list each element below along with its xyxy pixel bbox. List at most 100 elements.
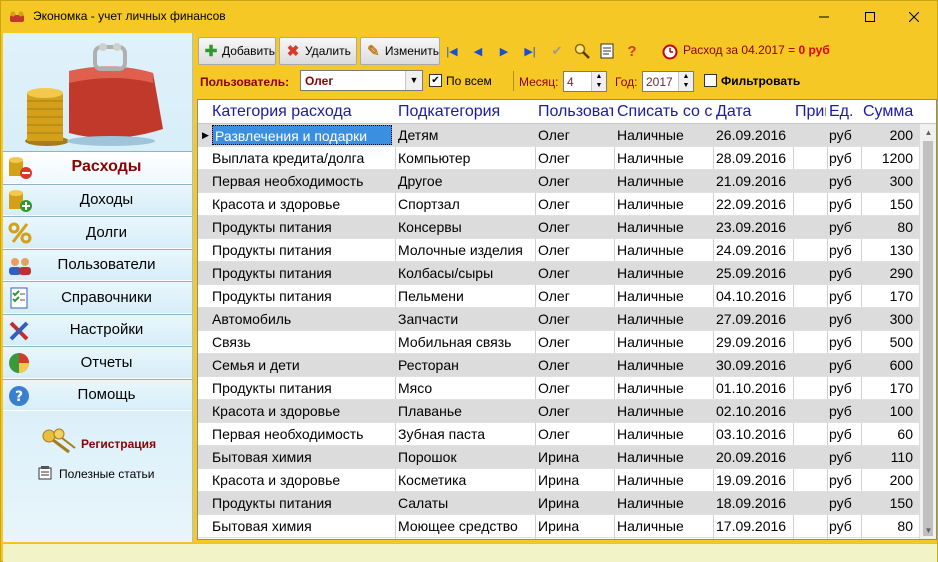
column-header[interactable]: Примечание <box>795 103 826 121</box>
table-cell[interactable]: Олег <box>538 127 613 143</box>
last-record-icon[interactable]: ▶| <box>523 45 537 58</box>
year-spinner[interactable]: 2017 ▲ ▼ <box>642 71 694 92</box>
table-cell[interactable]: Наличные <box>617 173 712 189</box>
table-cell[interactable]: Олег <box>538 334 613 350</box>
table-cell[interactable]: 500 <box>863 334 913 350</box>
table-cell[interactable]: 150 <box>863 196 913 212</box>
table-cell[interactable]: Порошок <box>398 449 533 465</box>
table-row[interactable]: Продукты питания Пельмени Олег Наличные 04.1… <box>198 285 920 308</box>
table-row[interactable]: Первая необходимость Другое Олег Наличные 21… <box>198 170 920 193</box>
table-cell[interactable]: Ирина <box>538 518 613 534</box>
table-cell[interactable]: 170 <box>863 380 913 396</box>
table-row[interactable]: Первая необходимость Зубная паста Олег Нали… <box>198 423 920 446</box>
table-cell[interactable]: 100 <box>863 403 913 419</box>
spinner-arrows-icon[interactable]: ▲ ▼ <box>678 72 693 91</box>
table-cell[interactable]: Консервы <box>398 219 533 235</box>
table-cell[interactable]: руб <box>829 196 860 212</box>
column-header[interactable]: Ед. <box>829 103 860 121</box>
table-cell[interactable]: руб <box>829 380 860 396</box>
table-cell[interactable]: Наличные <box>617 426 712 442</box>
table-cell[interactable]: 30.09.2016 <box>716 357 792 373</box>
table-cell[interactable]: Ресторан <box>398 357 533 373</box>
table-cell[interactable]: 150 <box>863 495 913 511</box>
registration-link[interactable]: Регистрация <box>39 426 189 456</box>
table-cell[interactable]: Наличные <box>617 518 712 534</box>
table-cell[interactable]: Наличные <box>617 196 712 212</box>
table-cell[interactable]: Олег <box>538 219 613 235</box>
table-cell[interactable]: руб <box>829 265 860 281</box>
table-cell[interactable]: 300 <box>863 173 913 189</box>
table-cell[interactable]: Наличные <box>617 288 712 304</box>
table-row[interactable]: Автомобиль Запчасти Олег Наличные 27.09.2016… <box>198 308 920 331</box>
table-cell[interactable]: Наличные <box>617 495 712 511</box>
table-cell[interactable]: Олег <box>538 196 613 212</box>
table-row[interactable]: Продукты питания Колбасы/сыры Олег Наличные… <box>198 262 920 285</box>
table-cell[interactable]: Наличные <box>617 380 712 396</box>
table-cell[interactable]: 200 <box>863 127 913 143</box>
report-icon[interactable] <box>598 42 616 60</box>
table-cell[interactable]: 26.09.2016 <box>716 127 792 143</box>
table-cell[interactable]: Ирина <box>538 495 613 511</box>
table-cell[interactable]: руб <box>829 288 860 304</box>
table-cell[interactable]: Олег <box>538 426 613 442</box>
user-select[interactable]: Олег ▼ <box>300 70 423 91</box>
scroll-thumb[interactable] <box>923 141 933 536</box>
sidebar-item-debts[interactable]: Долги <box>3 216 192 249</box>
table-row[interactable]: ▶ Развлечения и подарки Детям Олег Наличные 2… <box>198 124 920 147</box>
filter-checkbox[interactable] <box>704 74 717 87</box>
first-record-icon[interactable]: |◀ <box>445 45 459 58</box>
table-cell[interactable]: руб <box>829 173 860 189</box>
table-cell[interactable]: Ирина <box>538 472 613 488</box>
table-cell[interactable]: Наличные <box>617 403 712 419</box>
table-row[interactable]: Продукты питания Молочные изделия Олег Нали… <box>198 239 920 262</box>
table-cell[interactable]: Олег <box>538 242 613 258</box>
table-cell[interactable]: Колбасы/сыры <box>398 265 533 281</box>
table-cell[interactable]: Связь <box>212 334 392 350</box>
table-cell[interactable]: 300 <box>863 311 913 327</box>
sidebar-item-settings[interactable]: Настройки <box>3 313 192 346</box>
table-cell[interactable]: 02.10.2016 <box>716 403 792 419</box>
add-button[interactable]: ✚ Добавить <box>198 37 276 65</box>
edit-button[interactable]: ✎ Изменить <box>360 37 440 65</box>
table-cell[interactable]: Наличные <box>617 449 712 465</box>
table-cell[interactable]: Наличные <box>617 242 712 258</box>
table-cell[interactable]: Олег <box>538 403 613 419</box>
table-cell[interactable]: руб <box>829 426 860 442</box>
table-cell[interactable]: 130 <box>863 242 913 258</box>
table-cell[interactable]: Автомобиль <box>212 311 392 327</box>
table-cell[interactable]: 18.09.2016 <box>716 495 792 511</box>
table-cell[interactable]: Запчасти <box>398 311 533 327</box>
column-header[interactable]: Списать со счета <box>617 103 712 121</box>
table-cell[interactable]: Бытовая химия <box>212 449 392 465</box>
table-cell[interactable]: Красота и здоровье <box>212 472 392 488</box>
table-row[interactable]: Бытовая химия Порошок Ирина Наличные 20.09.2… <box>198 446 920 469</box>
table-cell[interactable]: руб <box>829 403 860 419</box>
delete-button[interactable]: ✖ Удалить <box>279 37 357 65</box>
table-row[interactable]: Семья и дети Ресторан Олег Наличные 30.09.20… <box>198 354 920 377</box>
column-header[interactable]: Подкатегория <box>398 103 533 121</box>
table-cell[interactable]: Продукты питания <box>212 219 392 235</box>
table-cell[interactable]: 20.09.2016 <box>716 449 792 465</box>
table-cell[interactable]: Наличные <box>617 472 712 488</box>
table-row[interactable]: Красота и здоровье Спортзал Олег Наличные 22… <box>198 193 920 216</box>
articles-link[interactable]: Полезные статьи <box>37 465 187 483</box>
table-cell[interactable]: Наличные <box>617 219 712 235</box>
table-cell[interactable]: Наличные <box>617 265 712 281</box>
table-cell[interactable]: Зубная паста <box>398 426 533 442</box>
table-cell[interactable]: Наличные <box>617 127 712 143</box>
table-cell[interactable]: Продукты питания <box>212 380 392 396</box>
table-cell[interactable]: Красота и здоровье <box>212 403 392 419</box>
table-cell[interactable]: 290 <box>863 265 913 281</box>
sidebar-item-expenses[interactable]: Расходы <box>3 151 192 184</box>
table-cell[interactable]: руб <box>829 495 860 511</box>
table-cell[interactable]: Олег <box>538 173 613 189</box>
table-cell[interactable]: 23.09.2016 <box>716 219 792 235</box>
table-cell[interactable]: 22.09.2016 <box>716 196 792 212</box>
column-header[interactable]: Пользователь <box>538 103 613 121</box>
table-cell[interactable]: 25.09.2016 <box>716 265 792 281</box>
next-record-icon[interactable]: ▶ <box>497 45 511 58</box>
table-cell[interactable]: Другое <box>398 173 533 189</box>
table-cell[interactable]: Ирина <box>538 449 613 465</box>
scroll-down-icon[interactable]: ▼ <box>920 522 936 539</box>
sidebar-item-references[interactable]: Справочники <box>3 281 192 314</box>
